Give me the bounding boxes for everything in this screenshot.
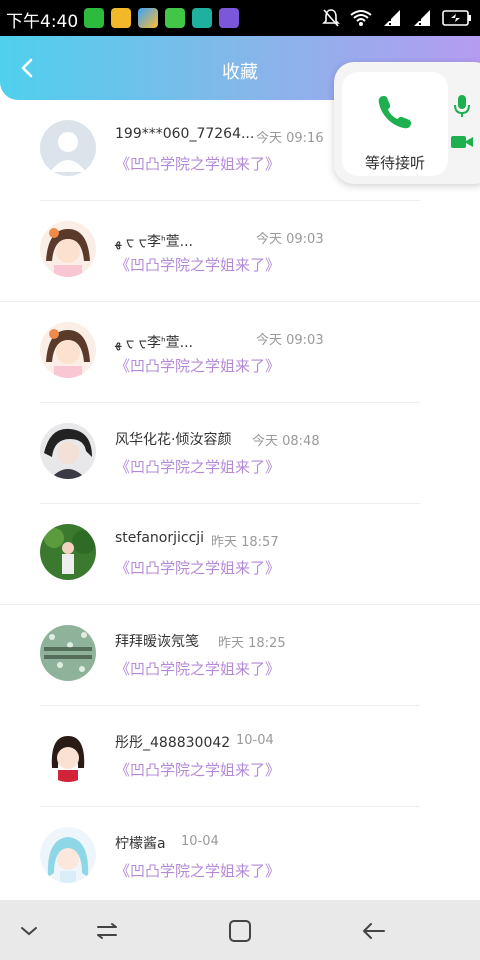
folder-icon	[111, 8, 131, 28]
message-preview: 《凹凸学院之学姐来了》	[115, 155, 281, 173]
microphone-icon[interactable]	[452, 94, 472, 118]
battery-charging-icon	[442, 10, 471, 26]
message-preview: 《凹凸学院之学姐来了》	[115, 256, 281, 274]
signal-icon	[414, 10, 430, 26]
list-item[interactable]: 风华化花·倾汝容颜 今天 08:48 《凹凸学院之学姐来了》	[0, 403, 480, 504]
avatar	[40, 524, 96, 580]
timestamp: 今天 08:48	[252, 434, 320, 449]
message-preview: 《凹凸学院之学姐来了》	[115, 761, 281, 779]
avatar	[40, 221, 96, 277]
list-item[interactable]: 彤彤_488830042 10-04 《凹凸学院之学姐来了》	[0, 706, 480, 807]
phone-icon	[378, 96, 411, 129]
status-time: 下午4:40	[6, 12, 79, 32]
back-icon[interactable]	[358, 916, 388, 946]
wechat-icon	[84, 8, 104, 28]
avatar	[40, 625, 96, 681]
contact-name: 拜拜暧诙氖笺	[115, 634, 199, 650]
list-item[interactable]: ﻬ ᠸ ᠸ⁠李⁠ᑋ⁠萱... 今天 09:03 《凹凸学院之学姐来了》	[0, 201, 480, 302]
avatar	[40, 120, 96, 176]
message-preview: 《凹凸学院之学姐来了》	[115, 862, 281, 880]
timestamp: 10-04	[181, 834, 219, 849]
calendar-icon	[219, 8, 239, 28]
contact-name: stefanorjiccji	[115, 530, 205, 546]
list-item[interactable]: ﻬ ᠸ ᠸ⁠李⁠ᑋ⁠萱... 今天 09:03 《凹凸学院之学姐来了》	[0, 302, 480, 403]
recent-apps-icon[interactable]	[92, 916, 122, 946]
wifi-icon	[350, 10, 372, 26]
scanner-icon	[192, 8, 212, 28]
timestamp: 10-04	[236, 733, 274, 748]
call-status-card[interactable]: 等待接听	[342, 72, 448, 176]
timestamp: 昨天 18:57	[211, 535, 279, 550]
timestamp: 今天 09:03	[256, 232, 324, 247]
notification-icons	[84, 8, 239, 30]
avatar	[40, 726, 96, 782]
avatar	[40, 322, 96, 378]
call-status-text: 等待接听	[364, 154, 425, 172]
store-icon	[165, 8, 185, 28]
video-camera-icon[interactable]	[450, 132, 474, 152]
timestamp: 今天 09:16	[256, 131, 324, 146]
list-item[interactable]: 柠檬酱a 10-04 《凹凸学院之学姐来了》	[0, 807, 480, 908]
contact-name: 199***060_77264...	[115, 126, 255, 142]
message-preview: 《凹凸学院之学姐来了》	[115, 458, 281, 476]
list-item[interactable]: stefanorjiccji 昨天 18:57 《凹凸学院之学姐来了》	[0, 504, 480, 605]
message-preview: 《凹凸学院之学姐来了》	[115, 660, 281, 678]
contact-name: ﻬ ᠸ ᠸ⁠李⁠ᑋ⁠萱...	[115, 234, 194, 250]
contact-name: ﻬ ᠸ ᠸ⁠李⁠ᑋ⁠萱...	[115, 335, 194, 351]
system-indicators	[322, 8, 472, 28]
system-navigation-bar	[0, 900, 480, 960]
mute-icon	[322, 9, 340, 27]
chevron-down-icon[interactable]	[14, 916, 44, 946]
contact-name: 彤彤_488830042	[115, 735, 231, 751]
list-item[interactable]: 拜拜暧诙氖笺 昨天 18:25 《凹凸学院之学姐来了》	[0, 605, 480, 706]
avatar	[40, 827, 96, 883]
call-floating-window[interactable]: 等待接听	[334, 62, 480, 184]
home-icon[interactable]	[225, 916, 255, 946]
status-bar: 下午4:40	[0, 0, 480, 36]
message-preview: 《凹凸学院之学姐来了》	[115, 559, 281, 577]
signal-icon	[384, 10, 400, 26]
timestamp: 今天 09:03	[256, 333, 324, 348]
message-preview: 《凹凸学院之学姐来了》	[115, 357, 281, 375]
contact-name: 柠檬酱a	[115, 836, 166, 852]
avatar	[40, 423, 96, 479]
gallery-icon	[138, 8, 158, 28]
timestamp: 昨天 18:25	[218, 636, 286, 651]
contact-name: 风华化花·倾汝容颜	[115, 432, 232, 448]
